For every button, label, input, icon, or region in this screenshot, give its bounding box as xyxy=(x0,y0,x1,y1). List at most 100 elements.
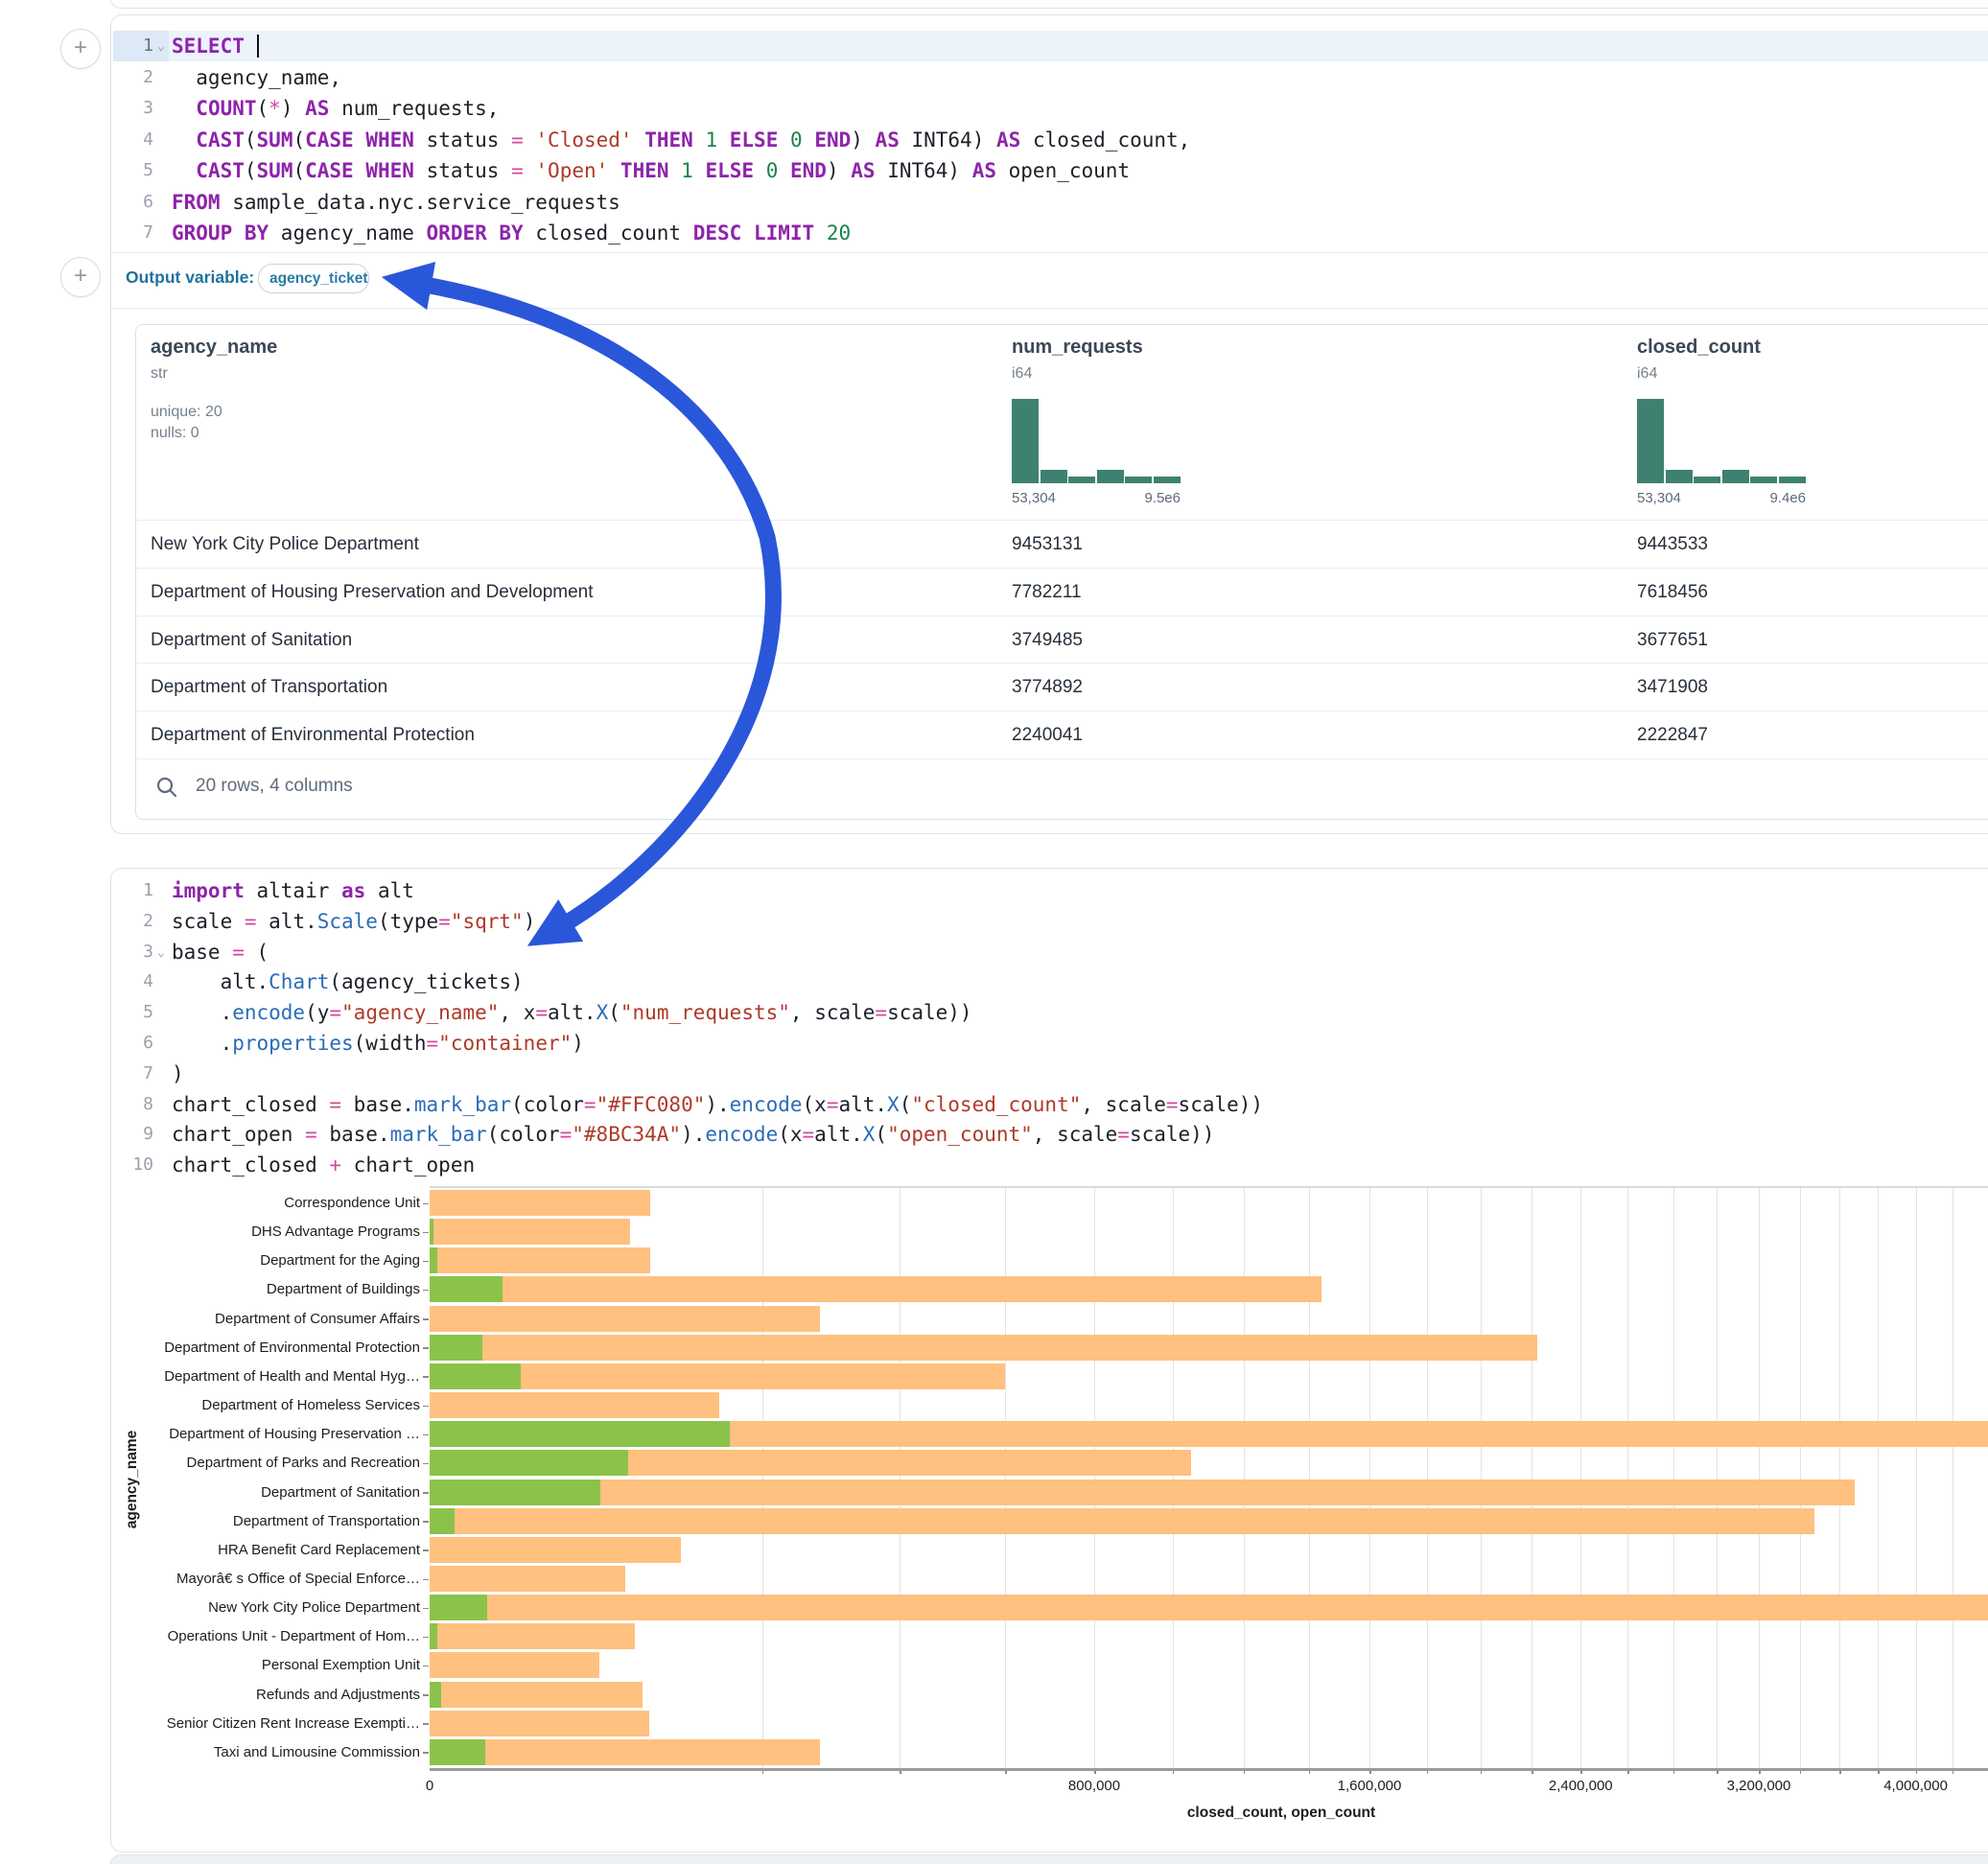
y-axis-label: Department of Parks and Recreation xyxy=(132,1455,420,1471)
column-dtype: i64 xyxy=(1012,365,1143,383)
y-axis-tick xyxy=(423,1203,429,1205)
y-axis-label: Taxi and Limousine Commission xyxy=(132,1744,420,1760)
output-variable-pill[interactable]: agency_tickets xyxy=(258,264,369,293)
y-axis-label: Correspondence Unit xyxy=(132,1195,420,1211)
bar-closed-count xyxy=(430,1392,719,1418)
table-row[interactable]: New York City Police Department945313194… xyxy=(136,520,1988,569)
table-footer: 20 rows, 4 columns xyxy=(136,758,1988,819)
result-table: agency_namestrunique: 20nulls: 0num_requ… xyxy=(135,324,1988,820)
column-name: closed_count xyxy=(1637,337,1761,359)
table-cell: 3774892 xyxy=(1012,664,1083,711)
bar-closed-count xyxy=(430,1335,1537,1361)
bar-open-count xyxy=(430,1739,485,1765)
code-line[interactable]: 5 .encode(y="agency_name", x=alt.X("num_… xyxy=(111,997,1988,1028)
code-line[interactable]: 2 agency_name, xyxy=(111,62,1988,93)
code-line[interactable]: 4 CAST(SUM(CASE WHEN status = 'Closed' T… xyxy=(111,125,1988,155)
bar-closed-count xyxy=(430,1711,649,1736)
search-icon[interactable] xyxy=(155,776,178,804)
histogram-bar xyxy=(1750,477,1777,483)
gridline xyxy=(1627,1188,1628,1768)
add-cell-button[interactable]: + xyxy=(60,29,101,69)
table-row[interactable]: Department of Transportation377489234719… xyxy=(136,663,1988,711)
column-header-closed_count[interactable]: closed_counti64 xyxy=(1637,325,1761,383)
code-line[interactable]: 4 alt.Chart(agency_tickets) xyxy=(111,967,1988,997)
gridline xyxy=(1916,1188,1917,1768)
code-text: SELECT xyxy=(172,31,259,61)
code-text: FROM sample_data.nyc.service_requests xyxy=(172,187,620,218)
table-row[interactable]: Department of Housing Preservation and D… xyxy=(136,568,1988,617)
code-line[interactable]: 6 .properties(width="container") xyxy=(111,1028,1988,1059)
column-header-num_requests[interactable]: num_requests i64 xyxy=(1012,325,1143,383)
histogram-max-label: 9.4e6 xyxy=(1637,490,1806,506)
code-line[interactable]: 6FROM sample_data.nyc.service_requests xyxy=(111,187,1988,218)
code-line[interactable]: 1import altair as alt xyxy=(111,875,1988,906)
table-cell: 9453131 xyxy=(1012,521,1083,568)
gridline xyxy=(1481,1188,1482,1768)
histogram-bar xyxy=(1154,477,1181,483)
bar-closed-count xyxy=(430,1682,643,1708)
y-axis-tick xyxy=(423,1579,429,1581)
code-line[interactable]: 10 chart_closed + chart_open xyxy=(111,1150,1988,1180)
histogram-bar xyxy=(1666,470,1693,483)
table-cell: 3749485 xyxy=(1012,617,1083,664)
column-stat: unique: 20 xyxy=(151,404,277,421)
fold-chevron-icon[interactable]: ⌄ xyxy=(157,32,165,62)
x-axis-title: closed_count, open_count xyxy=(1157,1805,1406,1822)
table-row[interactable]: Department of Environmental Protection22… xyxy=(136,711,1988,759)
histogram-bar xyxy=(1012,399,1039,483)
gridline xyxy=(1800,1188,1801,1768)
x-axis-tick-label: 0 xyxy=(372,1778,487,1794)
line-number: 7 xyxy=(115,1059,153,1089)
line-number: 5 xyxy=(115,997,153,1028)
x-axis-tick-label: 800,000 xyxy=(1037,1778,1152,1794)
code-line[interactable]: 9chart_open = base.mark_bar(color="#8BC3… xyxy=(111,1119,1988,1150)
code-text: chart_closed = base.mark_bar(color="#FFC… xyxy=(172,1089,1263,1120)
y-axis-tick xyxy=(423,1637,429,1639)
code-line[interactable]: 7) xyxy=(111,1059,1988,1089)
code-text: base = ( xyxy=(172,937,269,967)
y-axis-label: Department of Transportation xyxy=(132,1513,420,1529)
y-axis-tick xyxy=(423,1463,429,1465)
output-variable-bar: Output variable: agency_tickets xyxy=(111,252,1988,309)
code-line[interactable]: 3⌄base = ( xyxy=(111,937,1988,967)
y-axis-label: Department for the Aging xyxy=(132,1252,420,1269)
code-text: chart_closed + chart_open xyxy=(172,1150,475,1180)
line-number: 4 xyxy=(115,967,153,997)
y-axis-label: Department of Environmental Protection xyxy=(132,1340,420,1356)
x-axis-tick-label: 1,600,000 xyxy=(1312,1778,1427,1794)
column-name: num_requests xyxy=(1012,337,1143,359)
y-axis-tick xyxy=(423,1290,429,1292)
table-cell: 2222847 xyxy=(1637,711,1708,758)
code-text: .encode(y="agency_name", x=alt.X("num_re… xyxy=(172,997,972,1028)
bar-open-count xyxy=(430,1595,487,1620)
line-number: 8 xyxy=(115,1089,153,1120)
gridline xyxy=(762,1188,763,1768)
code-line[interactable]: 7 GROUP BY agency_name ORDER BY closed_co… xyxy=(111,218,1988,248)
code-text: GROUP BY agency_name ORDER BY closed_cou… xyxy=(172,218,851,248)
plot-top-border xyxy=(430,1186,1988,1188)
y-axis-label: Department of Housing Preservation … xyxy=(132,1426,420,1442)
column-header-agency_name[interactable]: agency_namestrunique: 20nulls: 0 xyxy=(151,325,277,442)
code-text: COUNT(*) AS num_requests, xyxy=(172,93,499,124)
column-stat: nulls: 0 xyxy=(151,425,277,442)
y-axis-tick xyxy=(423,1549,429,1551)
bar-open-count xyxy=(430,1623,437,1649)
gridline xyxy=(1369,1188,1370,1768)
y-axis-label: Senior Citizen Rent Increase Exempti… xyxy=(132,1715,420,1732)
add-cell-button[interactable]: + xyxy=(60,257,101,297)
table-cell: 2240041 xyxy=(1012,711,1083,758)
previous-cell-edge xyxy=(109,0,1988,9)
code-line[interactable]: 3 COUNT(*) AS num_requests, xyxy=(111,93,1988,124)
code-line[interactable]: 2scale = alt.Scale(type="sqrt") xyxy=(111,906,1988,937)
code-line[interactable]: 1⌄SELECT xyxy=(111,31,1988,61)
histogram-bar xyxy=(1694,477,1720,483)
bar-closed-count xyxy=(430,1623,635,1649)
line-number: 7 xyxy=(115,218,153,248)
table-row[interactable]: Department of Sanitation37494853677651 xyxy=(136,616,1988,664)
line-number: 10 xyxy=(115,1150,153,1180)
fold-chevron-icon[interactable]: ⌄ xyxy=(157,938,165,968)
code-line[interactable]: 5 CAST(SUM(CASE WHEN status = 'Open' THE… xyxy=(111,155,1988,186)
bar-closed-count xyxy=(430,1276,1321,1302)
y-axis-label: Refunds and Adjustments xyxy=(132,1687,420,1703)
code-line[interactable]: 8 chart_closed = base.mark_bar(color="#FF… xyxy=(111,1089,1988,1120)
